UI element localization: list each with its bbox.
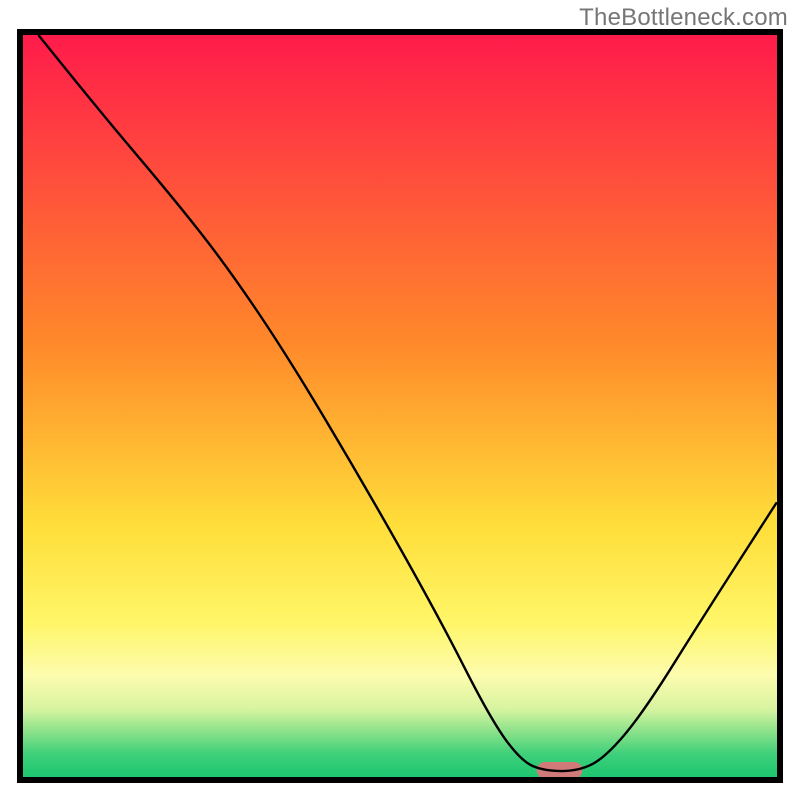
bottleneck-chart: TheBottleneck.com [0, 0, 800, 800]
plot-area [20, 32, 780, 780]
gradient-background [20, 32, 780, 780]
chart-svg [0, 0, 800, 800]
watermark-text: TheBottleneck.com [579, 4, 788, 32]
